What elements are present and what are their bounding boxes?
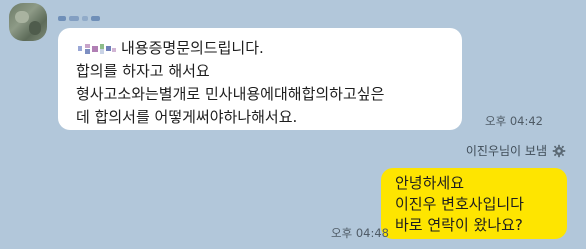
message-text: 내용증명문의드립니다. — [121, 39, 264, 57]
sender-avatar[interactable] — [9, 3, 47, 41]
redacted-name-mosaic — [76, 43, 118, 55]
message-line: 합의를 하자고 해서요 — [76, 62, 210, 80]
message-line: 데 합의서를 어떻게써야하나해서요. — [76, 108, 298, 126]
avatar-blur-shape — [15, 11, 29, 23]
avatar-blur-shape — [29, 21, 41, 35]
outgoing-message-bubble[interactable]: 안녕하세요 이진우 변호사입니다 바로 연락이 왔나요? — [381, 168, 567, 239]
sent-by-notice: 이진우님이 보냄 — [466, 142, 566, 159]
settings-icon[interactable] — [552, 144, 566, 158]
incoming-message-time: 오후 04:42 — [485, 114, 543, 128]
message-line: 형사고소와는별개로 민사내용에대해합의하고싶은 — [76, 85, 385, 103]
message-line: 바로 연락이 왔나요? — [395, 216, 523, 234]
message-line: 내용증명문의드립니다. — [76, 37, 450, 60]
outgoing-message-time: 오후 04:48 — [331, 226, 389, 240]
sender-name-blurred — [58, 6, 110, 21]
message-line: 안녕하세요 — [395, 174, 465, 192]
message-line: 이진우 변호사입니다 — [395, 195, 524, 213]
sent-by-text: 이진우님이 보냄 — [465, 144, 547, 158]
incoming-message-bubble[interactable]: 내용증명문의드립니다. 합의를 하자고 해서요 형사고소와는별개로 민사내용에대… — [58, 28, 462, 130]
